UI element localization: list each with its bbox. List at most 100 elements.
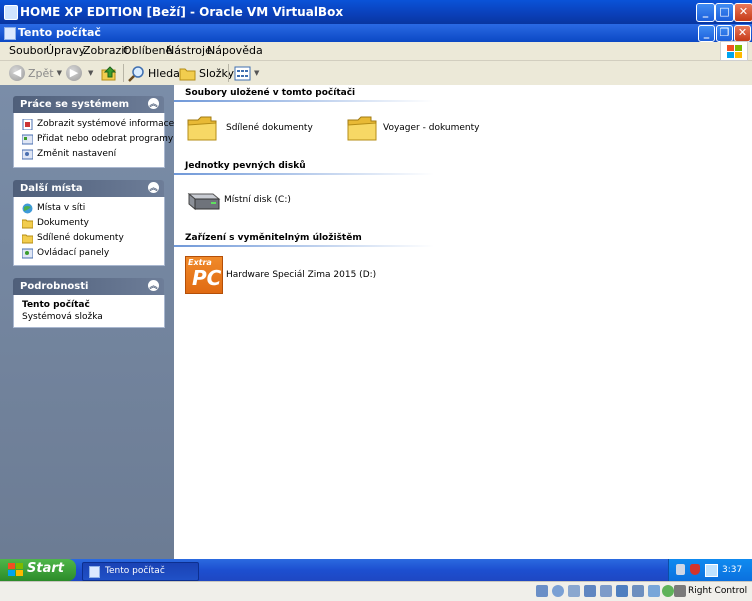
place-documents[interactable]: Dokumenty [22, 216, 89, 230]
details-type: Systémová složka [22, 312, 103, 322]
explorer-minimize-button[interactable]: _ [698, 25, 715, 42]
section-divider [174, 173, 434, 175]
system-tasks-title: Práce se systémem [20, 99, 130, 110]
search-button[interactable]: Hledat [128, 64, 184, 82]
system-tasks-header[interactable]: Práce se systémem ︽ [13, 96, 164, 113]
place-label: Sdílené dokumenty [37, 233, 124, 243]
collapse-icon[interactable]: ︽ [148, 280, 159, 291]
views-icon [234, 66, 251, 80]
taskbar-window-button[interactable]: Tento počítač [82, 562, 199, 581]
vt-x-status-icon[interactable] [662, 585, 674, 597]
content-pane: Soubory uložené v tomto počítači Sdílené… [174, 85, 752, 559]
task-add-remove-programs[interactable]: Přidat nebo odebrat programy [22, 132, 173, 146]
network-icon [22, 203, 33, 213]
menu-zobrazit[interactable]: Zobrazit [83, 44, 129, 57]
mouse-integration-icon[interactable] [674, 585, 686, 597]
views-button[interactable]: ▼ [234, 64, 259, 82]
display-status-icon[interactable] [632, 585, 644, 597]
task-change-setting[interactable]: Změnit nastavení [22, 147, 116, 161]
hard-disk-status-icon[interactable] [536, 585, 548, 597]
menu-napoveda[interactable]: Nápověda [207, 44, 263, 57]
place-shared-documents[interactable]: Sdílené dokumenty [22, 231, 124, 245]
recording-status-icon[interactable] [648, 585, 660, 597]
hard-disk-icon [187, 192, 221, 211]
network-status-icon[interactable] [705, 564, 718, 577]
folders-icon [179, 68, 196, 80]
back-button[interactable]: ◀ Zpět ▼ [9, 64, 62, 82]
place-network[interactable]: Místa v síti [22, 201, 85, 215]
collapse-icon[interactable]: ︽ [148, 182, 159, 193]
start-label: Start [27, 561, 64, 576]
explorer-close-button[interactable]: ✕ [734, 25, 751, 42]
details-name: Tento počítač [22, 300, 90, 310]
item-shared-documents[interactable]: Sdílené dokumenty [187, 114, 313, 142]
toolbar-separator [123, 64, 124, 82]
other-places-box: Místa v síti Dokumenty Sdílené dokumenty… [13, 197, 165, 266]
vbox-window-title: HOME XP EDITION [Beží] - Oracle VM Virtu… [20, 5, 344, 19]
system-info-icon [22, 118, 33, 130]
cd-logo-bottom: PC [192, 266, 222, 290]
details-box: Tento počítač Systémová složka [13, 295, 165, 328]
explorer-window-title: Tento počítač [18, 26, 101, 39]
chevron-down-icon: ▼ [56, 69, 62, 77]
up-folder-button[interactable] [101, 64, 118, 82]
folder-icon [187, 116, 217, 141]
folders-button[interactable]: Složky [179, 64, 234, 82]
up-folder-icon [101, 65, 117, 80]
forward-arrow-icon: ▶ [66, 65, 82, 81]
task-label: Zobrazit systémové informace [37, 119, 175, 129]
item-label: Sdílené dokumenty [226, 123, 313, 133]
menu-oblibene[interactable]: Oblíbené [123, 44, 172, 57]
vbox-maximize-button[interactable]: □ [715, 3, 734, 22]
taskbar: Start Tento počítač 3:37 [0, 559, 752, 581]
toolbar: ◀ Zpět ▼ ▶ ▼ Hledat Složky ▼ [0, 61, 752, 86]
task-system-info[interactable]: Zobrazit systémové informace [22, 117, 174, 131]
vbox-minimize-button[interactable]: _ [696, 3, 715, 22]
details-title: Podrobnosti [20, 281, 89, 292]
taskbar-window-label: Tento počítač [105, 566, 165, 576]
section-divider [174, 245, 434, 247]
details-header[interactable]: Podrobnosti ︽ [13, 278, 164, 295]
safely-remove-hardware-icon[interactable] [676, 564, 685, 575]
extra-pc-cd-icon: Extra PC [185, 256, 223, 294]
other-places-header[interactable]: Další místa ︽ [13, 180, 164, 197]
windows-flag-icon [720, 41, 748, 61]
section-title-removable: Zařízení s vyměnitelným úložištěm [185, 233, 362, 243]
shared-folders-status-icon[interactable] [616, 585, 628, 597]
section-divider [174, 100, 434, 102]
vbox-close-button[interactable]: ✕ [734, 3, 752, 22]
chevron-down-icon: ▼ [254, 69, 260, 77]
audio-status-icon[interactable] [568, 585, 580, 597]
item-label: Hardware Speciál Zima 2015 (D:) [226, 270, 377, 280]
usb-status-icon[interactable] [600, 585, 612, 597]
computer-icon [89, 566, 100, 578]
menu-nastroje[interactable]: Nástroje [166, 44, 212, 57]
start-button[interactable]: Start [0, 559, 76, 581]
place-label: Ovládací panely [37, 248, 110, 258]
host-key-label: Right Control [688, 586, 748, 596]
menu-soubor[interactable]: Soubor [9, 44, 48, 57]
optical-drive-status-icon[interactable] [552, 585, 564, 597]
collapse-icon[interactable]: ︽ [148, 98, 159, 109]
network-status-icon[interactable] [584, 585, 596, 597]
item-label: Voyager - dokumenty [383, 123, 480, 133]
toolbar-separator [228, 64, 229, 82]
windows-flag-icon [8, 563, 23, 576]
place-control-panel[interactable]: Ovládací panely [22, 246, 109, 260]
task-label: Změnit nastavení [37, 149, 117, 159]
security-shield-icon[interactable] [690, 564, 700, 575]
forward-button[interactable]: ▶ ▼ [66, 64, 93, 82]
control-panel-icon [22, 248, 33, 258]
explorer-restore-button[interactable]: ❐ [716, 25, 733, 42]
item-cd-drive-d[interactable]: Extra PC Hardware Speciál Zima 2015 (D:) [185, 256, 376, 294]
task-pane: Práce se systémem ︽ Zobrazit systémové i… [0, 85, 174, 559]
computer-icon [4, 27, 16, 40]
search-icon [128, 65, 144, 82]
back-label: Zpět [28, 66, 54, 80]
chevron-down-icon: ▼ [88, 69, 94, 77]
menu-upravy[interactable]: Úpravy [46, 44, 85, 57]
item-local-disk-c[interactable]: Místní disk (C:) [185, 188, 291, 212]
item-voyager-documents[interactable]: Voyager - dokumenty [347, 114, 479, 142]
vbox-status-bar: Right Control [0, 581, 752, 601]
add-remove-programs-icon [22, 134, 33, 144]
